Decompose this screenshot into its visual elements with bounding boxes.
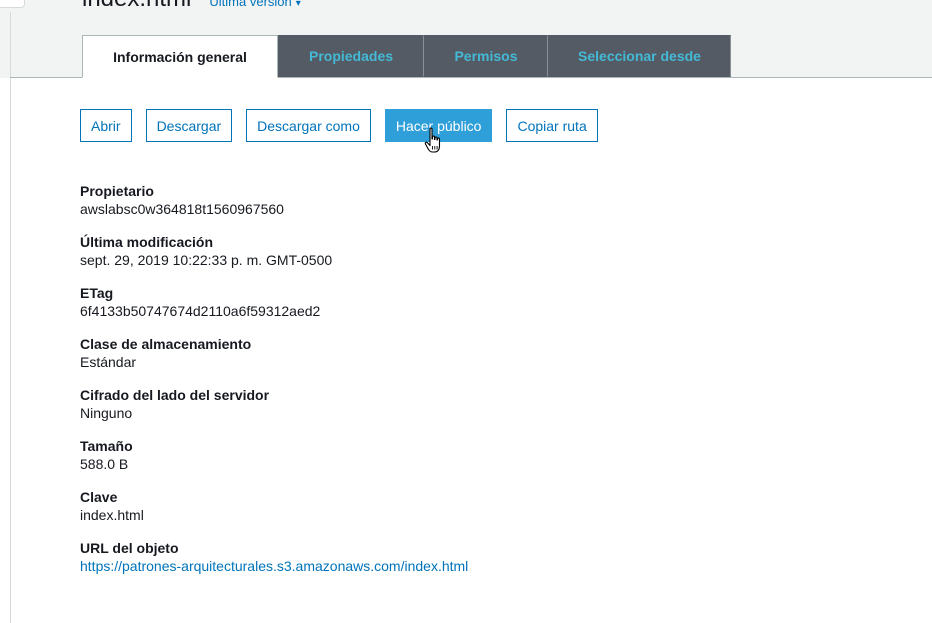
- object-header: index.html Última versión▾: [82, 0, 301, 11]
- property-etag: ETag 6f4133b50747674d2110a6f59312aed2: [80, 285, 780, 336]
- property-value: awslabsc0w364818t1560967560: [80, 201, 284, 217]
- download-as-button[interactable]: Descargar como: [246, 109, 371, 142]
- chevron-down-icon: ▾: [295, 0, 301, 9]
- left-border: [10, 12, 11, 623]
- property-value: sept. 29, 2019 10:22:33 p. m. GMT-0500: [80, 252, 333, 268]
- property-object-url: URL del objeto https://patrones-arquitec…: [80, 540, 780, 591]
- property-value: 588.0 B: [80, 456, 129, 472]
- property-value: Estándar: [80, 354, 137, 370]
- property-owner: Propietario awslabsc0w364818t1560967560: [80, 183, 780, 234]
- hand-pointer-icon: [424, 127, 441, 153]
- open-button[interactable]: Abrir: [80, 109, 132, 142]
- property-label: Última modificación: [80, 234, 214, 250]
- active-tab-gap: [83, 77, 277, 78]
- property-label: URL del objeto: [80, 540, 179, 556]
- property-last-modified: Última modificación sept. 29, 2019 10:22…: [80, 234, 780, 285]
- tab-select-from[interactable]: Seleccionar desde: [548, 35, 731, 77]
- property-label: ETag: [80, 285, 114, 301]
- property-label: Cifrado del lado del servidor: [80, 387, 270, 403]
- object-overview-page: index.html Última versión▾ Información g…: [0, 0, 932, 623]
- property-storage-class: Clase de almacenamiento Estándar: [80, 336, 780, 387]
- version-selector[interactable]: Última versión ▾: [209, 0, 300, 15]
- property-value: 6f4133b50747674d2110a6f59312aed2: [80, 303, 321, 319]
- object-tabs: Información general Propiedades Permisos…: [82, 35, 731, 78]
- property-label: Propietario: [80, 183, 154, 199]
- version-label: Última versión: [209, 0, 292, 9]
- corner-checkbox-edge: [0, 0, 25, 8]
- object-properties: Propietario awslabsc0w364818t1560967560 …: [80, 183, 780, 591]
- tab-properties[interactable]: Propiedades: [278, 35, 424, 77]
- property-label: Tamaño: [80, 438, 133, 454]
- object-title: index.html: [82, 0, 191, 11]
- tab-overview[interactable]: Información general: [82, 35, 278, 78]
- object-url-link[interactable]: https://patrones-arquitecturales.s3.amaz…: [80, 557, 780, 576]
- property-value: index.html: [80, 507, 144, 523]
- property-value: Ninguno: [80, 405, 133, 421]
- property-label: Clave: [80, 489, 118, 505]
- download-button[interactable]: Descargar: [145, 109, 233, 142]
- property-key: Clave index.html: [80, 489, 780, 540]
- property-label: Clase de almacenamiento: [80, 336, 252, 352]
- object-actions: Abrir Descargar Descargar como Hacer púb…: [80, 109, 598, 142]
- tab-permissions[interactable]: Permisos: [424, 35, 548, 77]
- property-encryption: Cifrado del lado del servidor Ninguno: [80, 387, 780, 438]
- copy-path-button[interactable]: Copiar ruta: [506, 109, 598, 142]
- property-size: Tamaño 588.0 B: [80, 438, 780, 489]
